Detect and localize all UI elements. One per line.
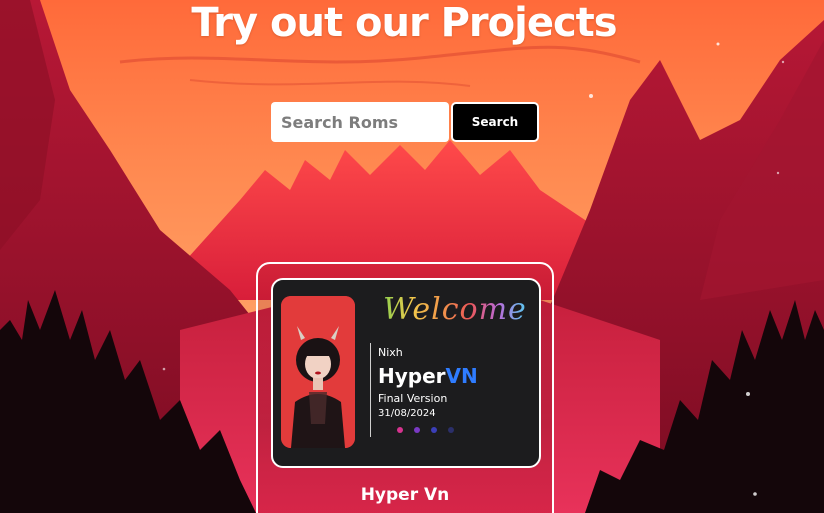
project-card[interactable]: Welcome Nixh HyperVN Final Version 31/08… [256,262,554,513]
divider [370,343,371,437]
author-name: Nixh [378,346,403,359]
carousel-dot[interactable] [414,427,420,433]
project-title[interactable]: Hyper Vn [258,485,552,505]
rom-name-accent: VN [445,364,478,388]
carousel-dot[interactable] [448,427,454,433]
welcome-text: Welcome [383,292,527,327]
project-preview-image[interactable]: Welcome Nixh HyperVN Final Version 31/08… [271,278,541,468]
rom-name-main: Hyper [378,364,446,388]
carousel-dot[interactable] [397,427,403,433]
rom-version: Final Version [378,392,448,405]
search-button[interactable]: Search [451,102,539,142]
portrait-illustration [281,296,355,448]
rom-name: HyperVN [378,364,478,388]
carousel-dots [397,427,454,433]
search-input[interactable] [271,102,449,142]
page-title: Try out our Projects [191,0,617,46]
avatar [281,296,355,448]
rom-date: 31/08/2024 [378,408,436,419]
carousel-dot[interactable] [431,427,437,433]
search-bar: Search [271,102,539,142]
